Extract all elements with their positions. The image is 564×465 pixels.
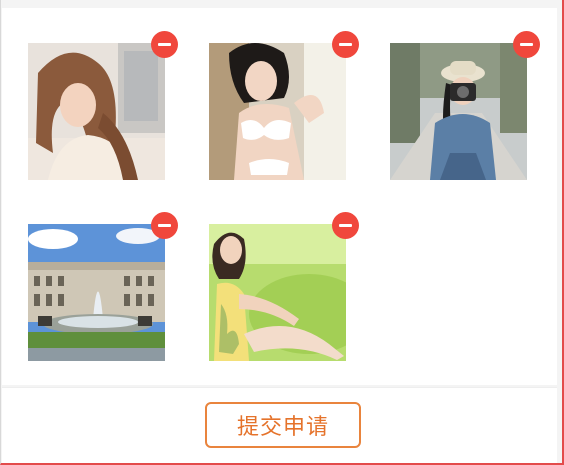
app-frame: 提交申请 [0, 0, 564, 465]
photo-thumbnail-1[interactable] [28, 43, 165, 180]
photo-3-image [390, 43, 527, 180]
photo-thumbnail-2[interactable] [209, 43, 346, 180]
photo-5-image [209, 224, 346, 361]
remove-photo-2-button[interactable] [332, 31, 359, 58]
photo-thumbnail-5[interactable] [209, 224, 346, 361]
photo-thumbnail-4[interactable] [28, 224, 165, 361]
photo-4-image [28, 224, 165, 361]
remove-photo-4-button[interactable] [151, 212, 178, 239]
photo-grid-panel [2, 8, 557, 385]
remove-photo-5-button[interactable] [332, 212, 359, 239]
submit-application-button[interactable]: 提交申请 [205, 402, 361, 448]
remove-photo-3-button[interactable] [513, 31, 540, 58]
photo-2-image [209, 43, 346, 180]
footer-bar: 提交申请 [2, 387, 557, 463]
remove-photo-1-button[interactable] [151, 31, 178, 58]
photo-1-image [28, 43, 165, 180]
photo-thumbnail-3[interactable] [390, 43, 527, 180]
